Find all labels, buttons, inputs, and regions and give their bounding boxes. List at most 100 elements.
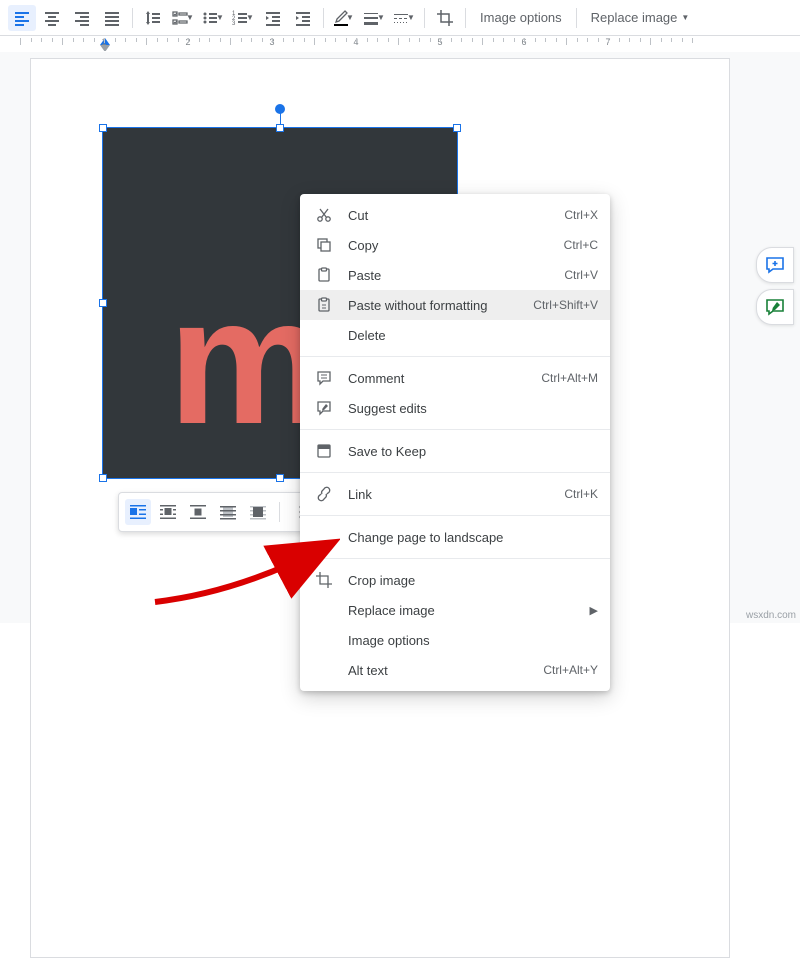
ctx-link-label: Link <box>348 487 564 502</box>
align-right-button[interactable] <box>68 5 96 31</box>
ctx-comment[interactable]: Comment Ctrl+Alt+M <box>300 363 610 393</box>
ctx-copy[interactable]: Copy Ctrl+C <box>300 230 610 260</box>
copy-icon <box>314 235 334 255</box>
link-icon <box>314 484 334 504</box>
ctx-keep-label: Save to Keep <box>348 444 598 459</box>
wrap-behind-button[interactable] <box>215 499 241 525</box>
ctx-separator <box>300 356 610 357</box>
resize-handle-nw[interactable] <box>99 124 107 132</box>
ctx-save-keep[interactable]: Save to Keep <box>300 436 610 466</box>
ctx-suggest-label: Suggest edits <box>348 401 598 416</box>
increase-indent-button[interactable] <box>289 5 317 31</box>
resize-handle-n[interactable] <box>276 124 284 132</box>
blank-icon <box>314 600 334 620</box>
ctx-link-shortcut: Ctrl+K <box>564 487 598 501</box>
line-spacing-button[interactable] <box>139 5 167 31</box>
submenu-arrow-icon: ▶ <box>590 604 598 617</box>
toolbar-separator <box>576 8 577 28</box>
ctx-replace-label: Replace image <box>348 603 590 618</box>
wrap-front-button[interactable] <box>245 499 271 525</box>
ctx-separator <box>300 558 610 559</box>
replace-image-label: Replace image <box>591 10 678 25</box>
blank-icon <box>314 527 334 547</box>
ctx-paste-no-formatting[interactable]: Paste without formatting Ctrl+Shift+V <box>300 290 610 320</box>
comment-icon <box>314 368 334 388</box>
ctx-copy-label: Copy <box>348 238 564 253</box>
ctx-delete[interactable]: Delete <box>300 320 610 350</box>
resize-handle-s[interactable] <box>276 474 284 482</box>
ctx-paste-no-fmt-label: Paste without formatting <box>348 298 533 313</box>
suggest-icon <box>314 398 334 418</box>
wrap-inline-button[interactable] <box>125 499 151 525</box>
ctx-comment-label: Comment <box>348 371 541 386</box>
side-action-buttons <box>756 247 794 325</box>
ctx-link[interactable]: Link Ctrl+K <box>300 479 610 509</box>
crop-button[interactable] <box>431 5 459 31</box>
wrap-separator <box>279 502 280 522</box>
ctx-landscape-label: Change page to landscape <box>348 530 598 545</box>
ctx-cut-label: Cut <box>348 208 564 223</box>
image-options-button[interactable]: Image options <box>472 5 570 31</box>
bulleted-list-button[interactable]: ▼ <box>199 5 227 31</box>
ctx-image-options-label: Image options <box>348 633 598 648</box>
ctx-copy-shortcut: Ctrl+C <box>564 238 598 252</box>
watermark-text: wsxdn.com <box>746 610 796 621</box>
ctx-alt-text-shortcut: Ctrl+Alt+Y <box>543 663 598 677</box>
ctx-separator <box>300 472 610 473</box>
resize-handle-ne[interactable] <box>453 124 461 132</box>
replace-image-button[interactable]: Replace image▼ <box>583 5 698 31</box>
ctx-suggest-edits[interactable]: Suggest edits <box>300 393 610 423</box>
toolbar-separator <box>424 8 425 28</box>
context-menu: Cut Ctrl+X Copy Ctrl+C Paste Ctrl+V Past… <box>300 194 610 691</box>
ctx-delete-label: Delete <box>348 328 598 343</box>
numbered-list-button[interactable]: 123▼ <box>229 5 257 31</box>
decrease-indent-button[interactable] <box>259 5 287 31</box>
ctx-crop-label: Crop image <box>348 573 598 588</box>
ctx-cut[interactable]: Cut Ctrl+X <box>300 200 610 230</box>
align-left-button[interactable] <box>8 5 36 31</box>
document-canvas[interactable]: m Cut Ctrl+X Copy Ctrl+C <box>0 52 800 623</box>
align-justify-button[interactable] <box>98 5 126 31</box>
image-wrap-toolbar <box>118 492 321 532</box>
formatting-toolbar: ▼ ▼ 123▼ ▼ ▼ ▼ Image options Replace ima… <box>0 0 800 36</box>
ctx-alt-text[interactable]: Alt text Ctrl+Alt+Y <box>300 655 610 685</box>
paste-icon <box>314 265 334 285</box>
ctx-landscape[interactable]: Change page to landscape <box>300 522 610 552</box>
crop-icon <box>314 570 334 590</box>
border-dash-button[interactable]: ▼ <box>390 5 418 31</box>
ctx-cut-shortcut: Ctrl+X <box>564 208 598 222</box>
svg-text:3: 3 <box>232 21 236 26</box>
ctx-paste[interactable]: Paste Ctrl+V <box>300 260 610 290</box>
ctx-image-options[interactable]: Image options <box>300 625 610 655</box>
wrap-text-button[interactable] <box>155 499 181 525</box>
horizontal-ruler[interactable]: 1234567 <box>0 36 800 52</box>
resize-handle-w[interactable] <box>99 299 107 307</box>
blank-icon <box>314 325 334 345</box>
toolbar-separator <box>465 8 466 28</box>
checklist-button[interactable]: ▼ <box>169 5 197 31</box>
ctx-replace-image[interactable]: Replace image ▶ <box>300 595 610 625</box>
toolbar-separator <box>323 8 324 28</box>
border-weight-button[interactable]: ▼ <box>360 5 388 31</box>
ctx-alt-text-label: Alt text <box>348 663 543 678</box>
keep-icon <box>314 441 334 461</box>
suggest-edits-button[interactable] <box>756 289 794 325</box>
ctx-paste-label: Paste <box>348 268 564 283</box>
cut-icon <box>314 205 334 225</box>
align-center-button[interactable] <box>38 5 66 31</box>
ctx-paste-shortcut: Ctrl+V <box>564 268 598 282</box>
blank-icon <box>314 630 334 650</box>
blank-icon <box>314 660 334 680</box>
wrap-break-button[interactable] <box>185 499 211 525</box>
toolbar-separator <box>132 8 133 28</box>
rotation-handle[interactable] <box>275 104 285 114</box>
ctx-paste-no-fmt-shortcut: Ctrl+Shift+V <box>533 298 598 312</box>
ctx-comment-shortcut: Ctrl+Alt+M <box>541 371 598 385</box>
ctx-separator <box>300 515 610 516</box>
ctx-separator <box>300 429 610 430</box>
resize-handle-sw[interactable] <box>99 474 107 482</box>
border-color-button[interactable]: ▼ <box>330 5 358 31</box>
ctx-crop-image[interactable]: Crop image <box>300 565 610 595</box>
add-comment-button[interactable] <box>756 247 794 283</box>
paste-plain-icon <box>314 295 334 315</box>
